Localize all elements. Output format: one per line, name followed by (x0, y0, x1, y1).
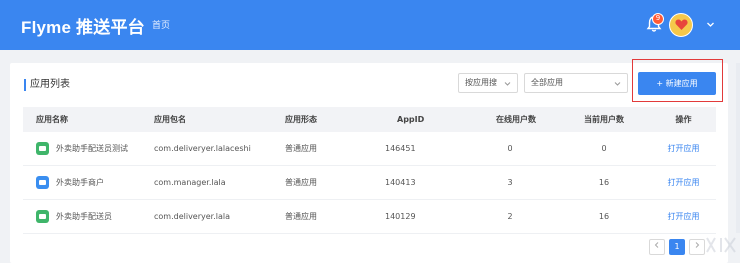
new-app-button[interactable]: + 新建应用 (638, 72, 716, 95)
delivery-app-icon (36, 142, 49, 155)
section-title: 应用列表 (24, 79, 70, 91)
app-form: 普通应用 (285, 212, 317, 221)
chevron-right-icon (695, 242, 700, 248)
nav-home-link[interactable]: 首页 (152, 18, 170, 31)
online-users: 0 (507, 144, 513, 153)
app-filter-value: 全部应用 (531, 78, 563, 87)
current-users: 16 (598, 178, 610, 187)
table-row: 外卖助手商户 com.manager.lala 普通应用 140413 3 16… (23, 166, 716, 200)
scrollbar[interactable] (736, 63, 740, 233)
table-row: 外卖助手配送员 com.deliveryer.lala 普通应用 140129 … (23, 200, 716, 234)
app-name: 外卖助手配送员测试 (56, 144, 128, 153)
search-type-value: 按应用搜 (465, 78, 497, 87)
table-row: 外卖助手配送员测试 com.deliveryer.lalaceshi 普通应用 … (23, 132, 716, 166)
app-name-cell: 外卖助手配送员 (23, 210, 154, 223)
chevron-left-icon (654, 242, 659, 248)
merchant-app-icon (36, 176, 49, 189)
app-filter-select[interactable]: 全部应用 (524, 73, 628, 93)
prev-page-button[interactable] (649, 239, 665, 255)
app-id: 146451 (385, 144, 416, 153)
avatar[interactable] (669, 13, 693, 37)
search-type-select[interactable]: 按应用搜 (458, 73, 518, 93)
table-header: 应用名称 应用包名 应用形态 AppID 在线用户数 当前用户数 操作 (23, 107, 716, 132)
brand-title[interactable]: Flyme 推送平台 (21, 13, 145, 38)
col-package: 应用包名 (154, 115, 186, 124)
online-users: 2 (507, 212, 513, 221)
col-app-name: 应用名称 (36, 115, 68, 124)
open-app-link[interactable]: 打开应用 (668, 212, 700, 221)
top-nav-bar: Flyme 推送平台 首页 9 (0, 0, 740, 50)
chevron-down-icon[interactable] (706, 20, 715, 29)
app-list-card: 应用列表 按应用搜 全部应用 + 新建应用 应用名称 应用包名 应用形态 App… (10, 59, 728, 263)
col-appid: AppID (397, 115, 425, 124)
app-name-cell: 外卖助手配送员测试 (23, 142, 154, 155)
online-users: 3 (507, 178, 513, 187)
app-name-cell: 外卖助手商户 (23, 176, 154, 189)
watermark-logo-icon (706, 237, 736, 253)
page-number-button[interactable]: 1 (669, 239, 685, 255)
app-table: 应用名称 应用包名 应用形态 AppID 在线用户数 当前用户数 操作 外卖助手… (23, 107, 716, 234)
current-users: 16 (598, 212, 610, 221)
app-form: 普通应用 (285, 178, 317, 187)
app-id: 140413 (385, 178, 416, 187)
notification-badge: 9 (652, 13, 664, 25)
col-form: 应用形态 (285, 115, 317, 124)
chevron-down-icon (504, 82, 511, 86)
app-name: 外卖助手配送员 (56, 212, 112, 221)
package-name: com.deliveryer.lala (154, 212, 231, 221)
package-name: com.manager.lala (154, 178, 226, 187)
app-id: 140129 (385, 212, 416, 221)
col-actions: 操作 (675, 115, 692, 124)
open-app-link[interactable]: 打开应用 (668, 144, 700, 153)
app-name: 外卖助手商户 (56, 178, 104, 187)
heart-icon (674, 19, 688, 30)
current-users: 0 (601, 144, 607, 153)
chevron-down-icon (614, 82, 621, 86)
app-form: 普通应用 (285, 144, 317, 153)
col-current-users: 当前用户数 (584, 115, 624, 124)
col-online-users: 在线用户数 (496, 115, 536, 124)
delivery-app-icon (36, 210, 49, 223)
open-app-link[interactable]: 打开应用 (668, 178, 700, 187)
package-name: com.deliveryer.lalaceshi (154, 144, 251, 153)
